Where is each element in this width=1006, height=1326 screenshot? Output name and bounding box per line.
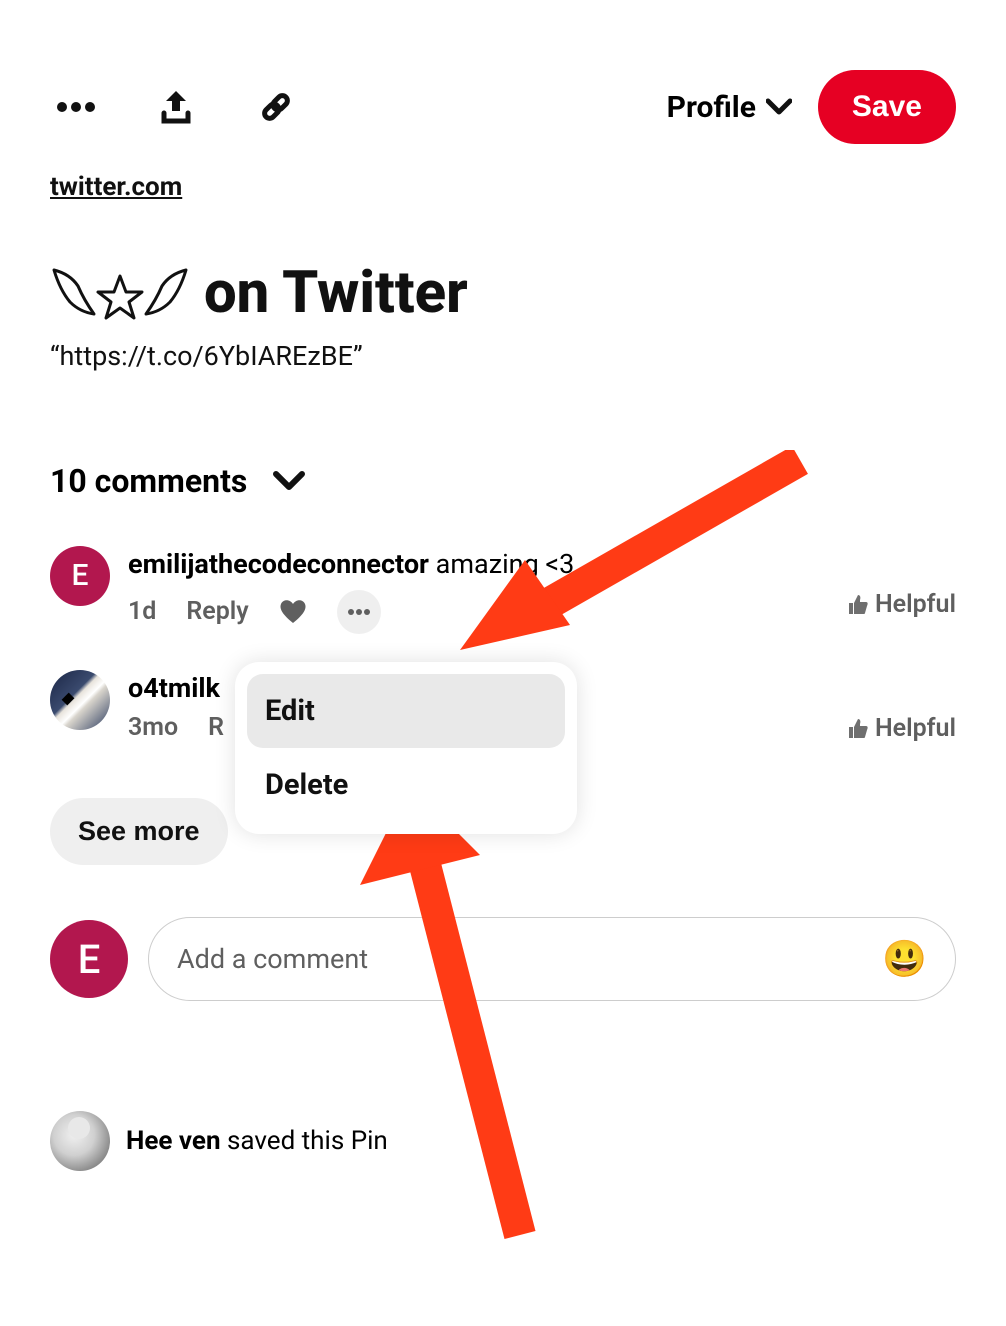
comment-composer: E Add a comment 😃 bbox=[50, 917, 956, 1001]
comment-username[interactable]: emilijathecodeconnector bbox=[128, 548, 429, 580]
menu-item-edit[interactable]: Edit bbox=[247, 674, 565, 748]
comment-text: emilijathecodeconnector amazing <3 bbox=[128, 546, 956, 584]
thumbs-up-icon bbox=[845, 592, 869, 616]
comments-toggle[interactable]: 10 comments bbox=[50, 462, 956, 500]
comment-username[interactable]: o4tmilk bbox=[128, 672, 220, 704]
toolbar-left bbox=[50, 81, 302, 133]
comment-placeholder: Add a comment bbox=[177, 943, 368, 975]
helpful-button[interactable]: Helpful bbox=[845, 590, 956, 619]
avatar[interactable]: E bbox=[50, 920, 128, 998]
comment-more-button[interactable] bbox=[337, 590, 381, 634]
pin-description: “https://t.co/6YbIAREzBE” bbox=[50, 340, 956, 372]
chevron-down-icon bbox=[273, 470, 305, 492]
saved-by-name[interactable]: Hee ven bbox=[126, 1126, 221, 1156]
pin-title: on Twitter bbox=[50, 262, 956, 326]
avatar[interactable] bbox=[50, 670, 110, 730]
board-selector-label: Profile bbox=[667, 90, 756, 125]
saved-by-row: Hee ven saved this Pin bbox=[50, 1111, 956, 1171]
saved-by-text: Hee ven saved this Pin bbox=[126, 1126, 388, 1156]
see-more-button[interactable]: See more bbox=[50, 798, 228, 865]
share-button[interactable] bbox=[150, 81, 202, 133]
helpful-label: Helpful bbox=[875, 714, 956, 743]
more-options-button[interactable] bbox=[50, 81, 102, 133]
avatar[interactable]: E bbox=[50, 546, 110, 606]
comment-actions: 1d Reply bbox=[128, 590, 956, 634]
saved-by-suffix: saved this Pin bbox=[221, 1126, 388, 1156]
comment-row: E emilijathecodeconnector amazing <3 1d … bbox=[50, 546, 956, 634]
chevron-down-icon bbox=[766, 98, 792, 116]
ellipsis-icon bbox=[56, 101, 96, 113]
pin-title-text: on Twitter bbox=[204, 262, 468, 326]
comments-count: 10 comments bbox=[50, 462, 247, 500]
emoji-button[interactable]: 😃 bbox=[882, 938, 927, 980]
board-selector[interactable]: Profile bbox=[667, 90, 792, 125]
comment-time: 3mo bbox=[128, 713, 178, 742]
heart-icon bbox=[279, 599, 307, 625]
copy-link-button[interactable] bbox=[250, 81, 302, 133]
comment-body: emilijathecodeconnector amazing <3 1d Re… bbox=[128, 546, 956, 634]
toolbar-right: Profile Save bbox=[667, 70, 956, 144]
share-icon bbox=[156, 87, 196, 127]
reply-button[interactable]: R bbox=[208, 713, 224, 742]
save-button[interactable]: Save bbox=[818, 70, 956, 144]
comment-context-menu: Edit Delete bbox=[235, 662, 577, 834]
wings-star-icon bbox=[50, 266, 190, 322]
source-link[interactable]: twitter.com bbox=[50, 172, 182, 202]
helpful-label: Helpful bbox=[875, 590, 956, 619]
avatar[interactable] bbox=[50, 1111, 110, 1171]
reply-button[interactable]: Reply bbox=[186, 597, 248, 626]
comment-time: 1d bbox=[128, 597, 156, 626]
menu-item-delete[interactable]: Delete bbox=[247, 748, 565, 822]
ellipsis-icon bbox=[347, 608, 371, 616]
comment-content: amazing <3 bbox=[436, 548, 575, 580]
helpful-button[interactable]: Helpful bbox=[845, 714, 956, 743]
comment-input[interactable]: Add a comment 😃 bbox=[148, 917, 956, 1001]
pin-toolbar: Profile Save bbox=[50, 70, 956, 144]
link-icon bbox=[256, 87, 296, 127]
thumbs-up-icon bbox=[845, 716, 869, 740]
like-button[interactable] bbox=[279, 599, 307, 625]
